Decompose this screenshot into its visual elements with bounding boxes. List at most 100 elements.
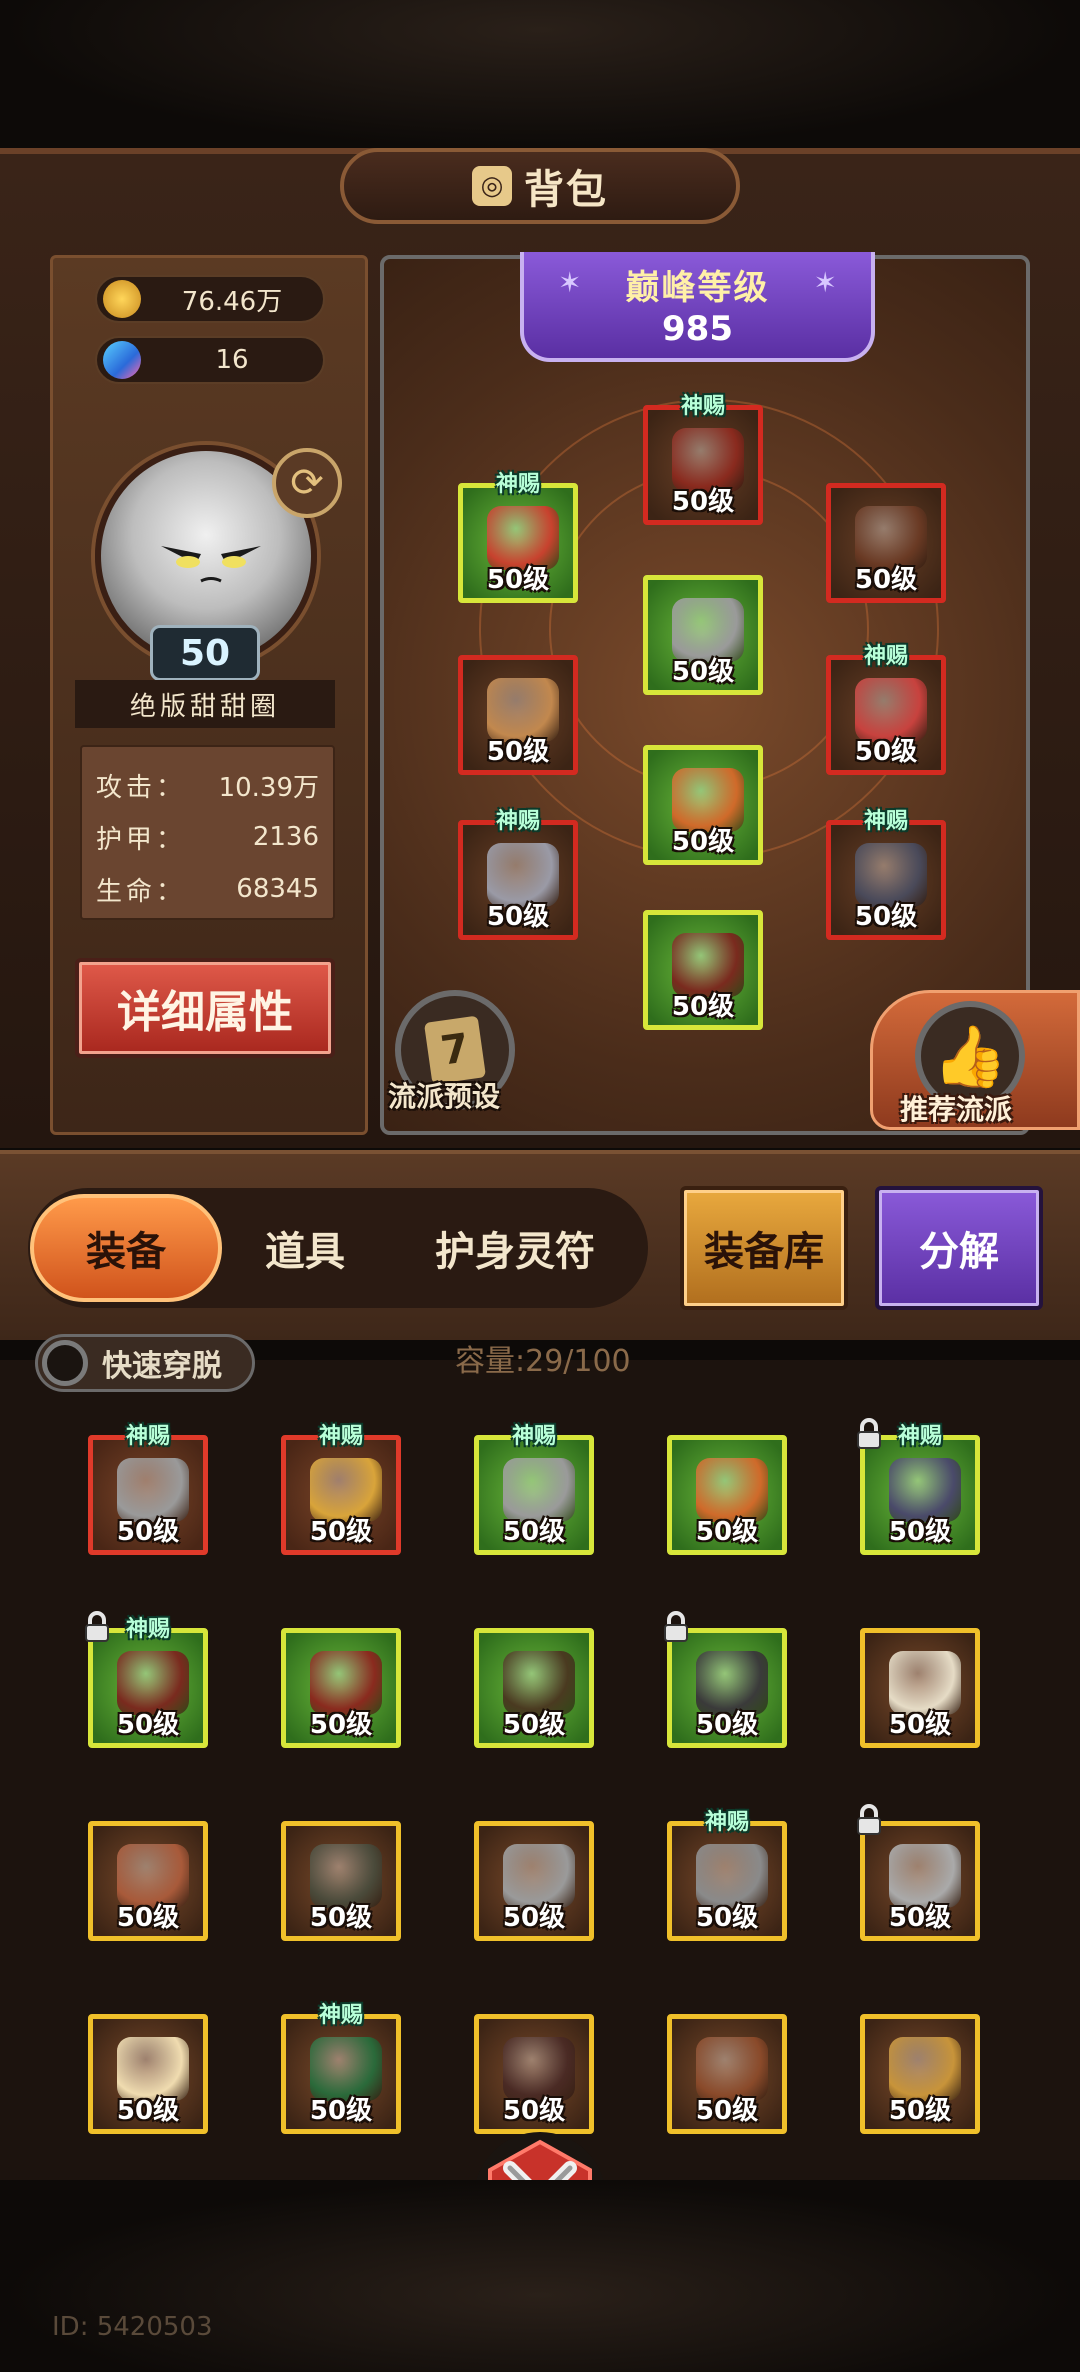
- user-id: ID: 5420503: [52, 2312, 213, 2342]
- stat-value: 68345: [236, 874, 319, 904]
- equipment-library-button[interactable]: 装备库: [680, 1186, 848, 1310]
- bottom-background: [0, 2180, 1080, 2372]
- inventory-slot[interactable]: 50级: [281, 1628, 401, 1748]
- inventory-slot[interactable]: 50级: [857, 1804, 980, 1941]
- page-title: 背包: [524, 167, 608, 213]
- stats-box: 攻击： 10.39万 护甲： 2136 生命： 68345: [80, 745, 335, 920]
- item-level: 50级: [671, 487, 735, 517]
- item-level: 50级: [116, 1710, 180, 1740]
- item-level: 50级: [502, 1710, 566, 1740]
- inventory-slot[interactable]: 50级: [474, 2014, 594, 2134]
- item-level: 50级: [671, 992, 735, 1022]
- player-name: 绝版甜甜圈: [75, 680, 335, 728]
- peak-value: 985: [662, 309, 733, 349]
- equip-slot-armor[interactable]: 50级: [643, 575, 763, 695]
- refresh-avatar-button[interactable]: ⟳: [272, 448, 342, 518]
- equip-slot-ring[interactable]: 神赐 50级: [826, 644, 946, 775]
- stat-value: 10.39万: [218, 772, 319, 803]
- item-level: 50级: [309, 1517, 373, 1547]
- tab-equipment[interactable]: 装备: [30, 1194, 222, 1302]
- item-level: 50级: [888, 2096, 952, 2126]
- stat-value: 2136: [252, 822, 319, 852]
- item-level: 50级: [854, 565, 918, 595]
- equip-slot-helmet[interactable]: 神赐 50级: [643, 394, 763, 525]
- peak-level-banner: ✶ ✶ 巅峰等级 985: [520, 252, 875, 362]
- divine-tag: 神赐: [125, 1617, 170, 1642]
- inventory-slot[interactable]: 神赐 50级: [857, 1418, 980, 1555]
- lock-icon: [857, 1804, 881, 1835]
- bag-icon: ◎: [472, 166, 512, 206]
- decompose-button[interactable]: 分解: [875, 1186, 1043, 1310]
- quick-equip-toggle[interactable]: 快速穿脱: [35, 1334, 255, 1392]
- equip-slot-glove[interactable]: 50级: [458, 655, 578, 775]
- gold-currency: 76.46万: [95, 275, 325, 323]
- star-icon: ✶: [558, 266, 582, 299]
- item-level: 50级: [502, 1903, 566, 1933]
- player-level-badge: 50: [150, 625, 260, 681]
- item-level: 50级: [671, 827, 735, 857]
- item-level: 50级: [502, 1517, 566, 1547]
- top-background: [0, 0, 1080, 150]
- item-level: 50级: [888, 1710, 952, 1740]
- star-icon: ✶: [813, 266, 837, 299]
- item-level: 50级: [309, 2096, 373, 2126]
- item-level: 50级: [309, 1710, 373, 1740]
- stat-armor: 护甲： 2136: [96, 811, 319, 863]
- equip-slot-shoulder[interactable]: 神赐 50级: [458, 472, 578, 603]
- item-level: 50级: [502, 2096, 566, 2126]
- inventory-slot[interactable]: 神赐 50级: [88, 1424, 208, 1555]
- capacity-label: 容量:29/100: [455, 1344, 631, 1379]
- inventory-slot[interactable]: 神赐 50级: [667, 1810, 787, 1941]
- gold-coin-icon: [103, 280, 141, 318]
- divine-tag: 神赐: [495, 809, 540, 834]
- inventory-slot[interactable]: 50级: [474, 1628, 594, 1748]
- item-level: 50级: [486, 737, 550, 767]
- tab-talismans[interactable]: 护身灵符: [400, 1194, 630, 1302]
- tab-items[interactable]: 道具: [230, 1194, 380, 1302]
- divine-tag: 神赐: [318, 1424, 363, 1449]
- detail-attributes-button[interactable]: 详细属性: [75, 958, 335, 1058]
- equip-slot-necklace[interactable]: 50级: [826, 483, 946, 603]
- inventory-slot[interactable]: 50级: [281, 1821, 401, 1941]
- item-level: 50级: [116, 1517, 180, 1547]
- inventory-slot[interactable]: 50级: [860, 2014, 980, 2134]
- inventory-slot[interactable]: 50级: [664, 1611, 787, 1748]
- divine-tag: 神赐: [318, 2003, 363, 2028]
- stat-attack: 攻击： 10.39万: [96, 759, 319, 811]
- stat-health: 生命： 68345: [96, 863, 319, 915]
- inventory-slot[interactable]: 神赐 50级: [85, 1611, 208, 1748]
- lock-icon: [664, 1611, 688, 1642]
- toggle-knob: [42, 1340, 88, 1386]
- inventory-slot[interactable]: 50级: [88, 1821, 208, 1941]
- inventory-slot[interactable]: 50级: [474, 1821, 594, 1941]
- equip-slot-boots[interactable]: 50级: [643, 910, 763, 1030]
- title-bar: ◎ 背包: [340, 148, 740, 224]
- item-level: 50级: [888, 1903, 952, 1933]
- equip-slot-bracer[interactable]: 神赐 50级: [458, 809, 578, 940]
- item-level: 50级: [309, 1903, 373, 1933]
- gold-value: 76.46万: [181, 286, 283, 317]
- item-level: 50级: [486, 565, 550, 595]
- inventory-slot[interactable]: 神赐 50级: [474, 1424, 594, 1555]
- divine-tag: 神赐: [680, 394, 725, 419]
- divine-tag: 神赐: [863, 644, 908, 669]
- item-level: 50级: [671, 657, 735, 687]
- item-level: 50级: [116, 2096, 180, 2126]
- inventory-slot[interactable]: 神赐 50级: [281, 1424, 401, 1555]
- stat-label: 护甲：: [96, 824, 187, 855]
- item-level: 50级: [695, 1710, 759, 1740]
- refresh-icon: ⟳: [290, 460, 324, 506]
- cat-face-icon: [161, 546, 261, 583]
- inventory-slot[interactable]: 50级: [667, 1435, 787, 1555]
- equip-slot-belt[interactable]: 50级: [643, 745, 763, 865]
- quick-equip-label: 快速穿脱: [102, 1349, 222, 1384]
- inventory-slot[interactable]: 50级: [860, 1628, 980, 1748]
- school-preset-label: 流派预设: [388, 1080, 501, 1113]
- equip-slot-amulet[interactable]: 神赐 50级: [826, 809, 946, 940]
- stat-label: 生命：: [96, 876, 187, 907]
- inventory-slot[interactable]: 50级: [667, 2014, 787, 2134]
- divine-tag: 神赐: [897, 1424, 942, 1449]
- inventory-slot[interactable]: 50级: [88, 2014, 208, 2134]
- inventory-slot[interactable]: 神赐 50级: [281, 2003, 401, 2134]
- item-level: 50级: [854, 902, 918, 932]
